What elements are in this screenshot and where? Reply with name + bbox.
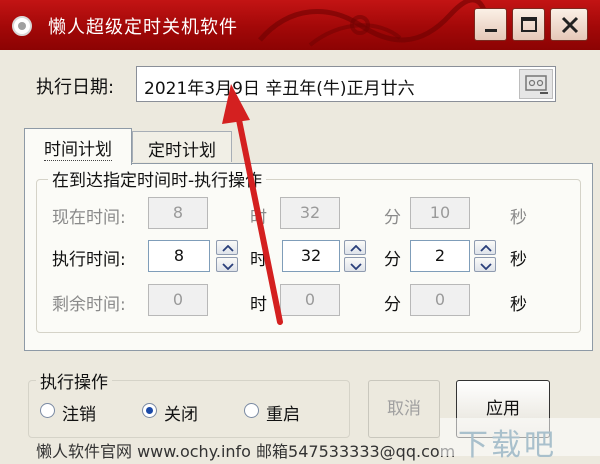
radio-restart-circle <box>244 403 259 418</box>
execute-second-input[interactable]: 2 <box>410 240 470 272</box>
execute-minute-input[interactable]: 32 <box>282 240 340 272</box>
title-bar-ornament <box>258 0 490 47</box>
close-icon <box>561 16 579 34</box>
action-group-title: 执行操作 <box>36 368 112 393</box>
chevron-up-icon <box>222 245 234 252</box>
remaining-time-label: 剩余时间: <box>52 295 126 315</box>
minute-unit: 分 <box>384 208 401 228</box>
second-unit-active: 秒 <box>510 250 527 270</box>
current-time-label: 现在时间: <box>52 208 126 228</box>
chevron-up-icon <box>350 245 362 252</box>
execute-minute-spinner[interactable] <box>344 240 366 272</box>
chevron-down-icon <box>222 263 234 270</box>
maximize-icon <box>521 17 537 32</box>
hour-unit: 时 <box>250 208 267 228</box>
title-bar: 懒人超级定时关机软件 <box>0 0 600 50</box>
window-title: 懒人超级定时关机软件 <box>48 17 238 38</box>
second-up-button[interactable] <box>474 240 496 255</box>
tab-schedule-plan[interactable]: 定时计划 <box>132 131 232 162</box>
execute-hour-input[interactable]: 8 <box>148 240 210 272</box>
second-down-button[interactable] <box>474 257 496 272</box>
current-minute-field: 32 <box>280 197 340 229</box>
second-unit-remaining: 秒 <box>510 295 527 315</box>
chevron-down-icon <box>350 263 362 270</box>
chevron-down-icon <box>480 263 492 270</box>
remaining-second-field: 0 <box>410 284 470 316</box>
date-value: 2021年3月9日 辛丑年(牛)正月廿六 <box>144 79 415 99</box>
minute-down-button[interactable] <box>344 257 366 272</box>
hour-down-button[interactable] <box>216 257 238 272</box>
minute-unit-active: 分 <box>384 250 401 270</box>
current-hour-field: 8 <box>148 197 208 229</box>
radio-shutdown-circle <box>142 403 157 418</box>
execute-time-label: 执行时间: <box>52 250 126 270</box>
execute-second-spinner[interactable] <box>474 240 496 272</box>
tab-schedule-plan-label: 定时计划 <box>148 141 216 161</box>
close-button[interactable] <box>550 8 588 41</box>
current-second-field: 10 <box>410 197 470 229</box>
hour-up-button[interactable] <box>216 240 238 255</box>
hour-unit-active: 时 <box>250 250 267 270</box>
radio-logoff-label: 注销 <box>62 405 96 425</box>
maximize-button[interactable] <box>512 8 545 41</box>
chevron-up-icon <box>480 245 492 252</box>
minimize-icon <box>485 29 497 32</box>
footer-text: 懒人软件官网 www.ochy.info 邮箱547533333@qq.com <box>36 442 456 461</box>
hour-unit-remaining: 时 <box>250 295 267 315</box>
radio-logoff-circle <box>40 403 55 418</box>
date-picker-button[interactable] <box>519 69 553 99</box>
tab-time-plan-label: 时间计划 <box>44 140 112 161</box>
date-picker[interactable]: 2021年3月9日 辛丑年(牛)正月廿六 <box>136 66 556 102</box>
radio-shutdown-label: 关闭 <box>164 405 198 425</box>
radio-restart-label: 重启 <box>266 405 300 425</box>
execute-hour-spinner[interactable] <box>216 240 238 272</box>
minimize-button[interactable] <box>474 8 507 41</box>
app-icon <box>12 16 32 36</box>
calendar-icon <box>525 75 548 94</box>
date-label: 执行日期: <box>36 77 115 98</box>
remaining-hour-field: 0 <box>148 284 208 316</box>
tab-time-plan[interactable]: 时间计划 <box>24 128 132 165</box>
minute-unit-remaining: 分 <box>384 295 401 315</box>
minute-up-button[interactable] <box>344 240 366 255</box>
watermark: 下载吧 <box>458 428 557 463</box>
cancel-button[interactable]: 取消 <box>368 380 440 438</box>
remaining-minute-field: 0 <box>280 284 340 316</box>
second-unit: 秒 <box>510 208 527 228</box>
time-group-title: 在到达指定时间时-执行操作 <box>48 166 267 191</box>
